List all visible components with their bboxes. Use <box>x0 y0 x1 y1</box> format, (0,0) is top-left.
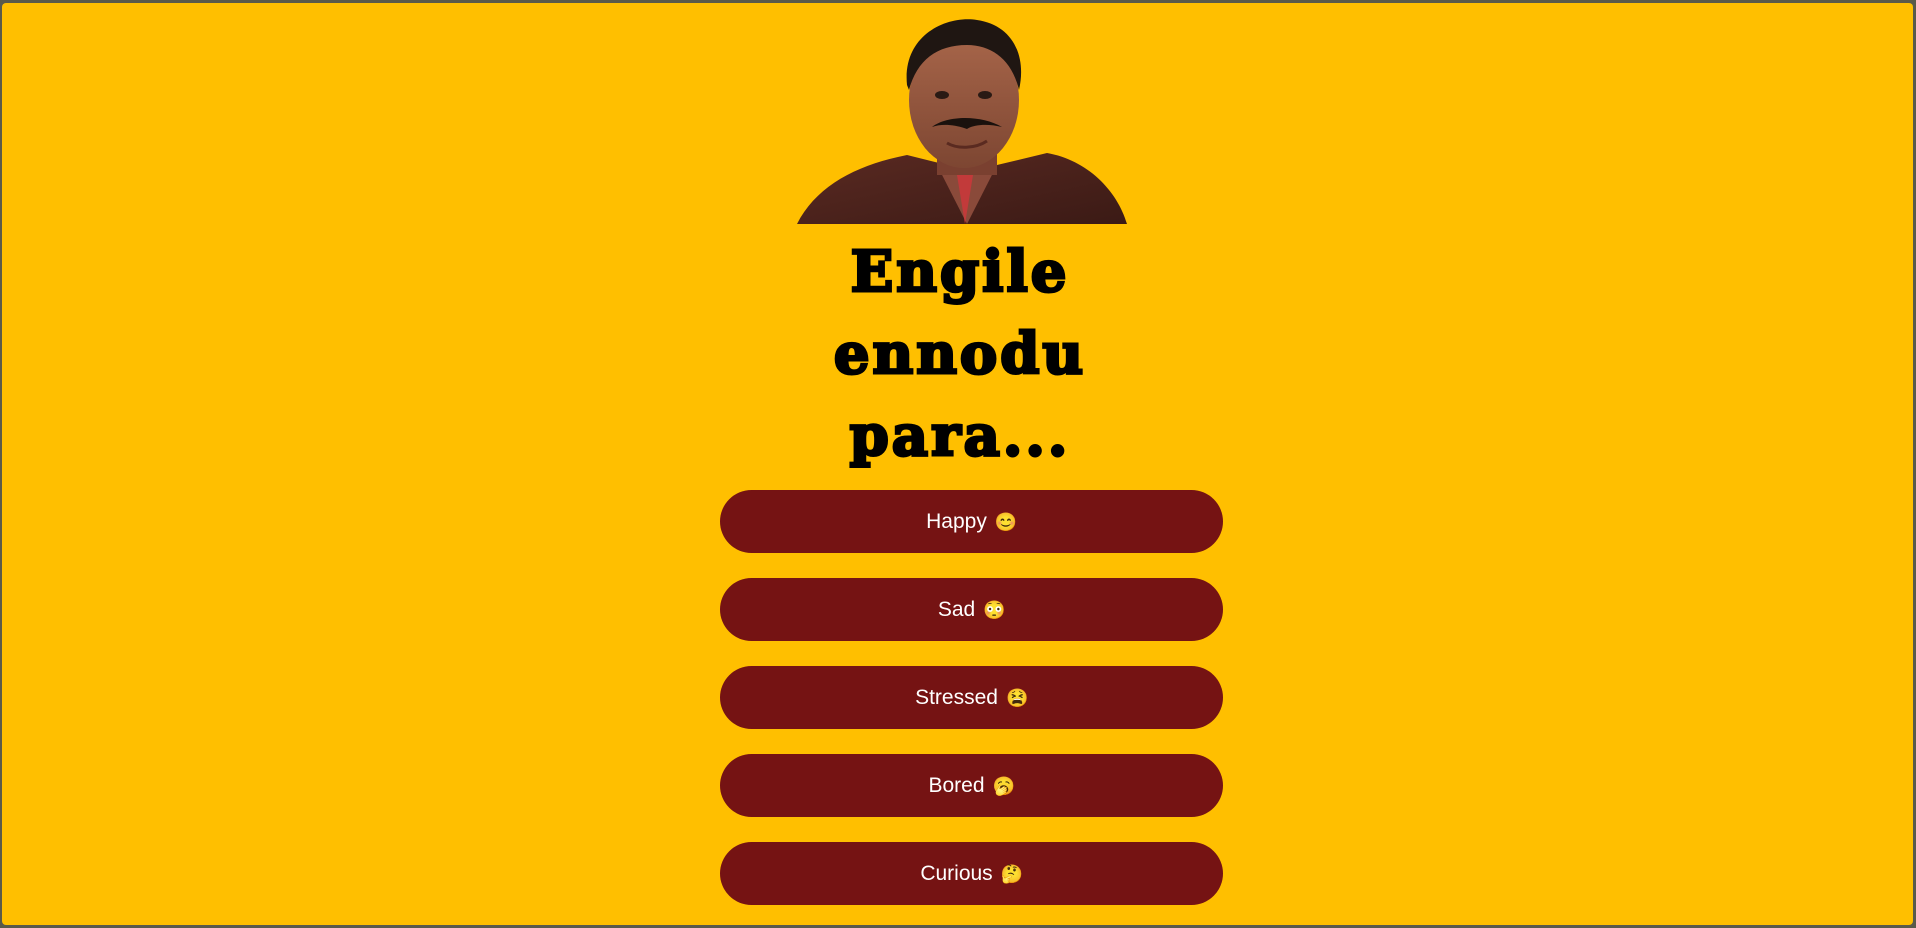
man-with-mustache-photo <box>797 19 1127 224</box>
bored-button[interactable]: Bored 🥱 <box>720 754 1223 817</box>
button-label: Happy <box>926 509 987 533</box>
smiling-face-icon: 😊 <box>994 511 1018 532</box>
button-label: Sad <box>937 597 976 621</box>
sad-button[interactable]: Sad 😳 <box>720 578 1223 641</box>
tired-face-icon: 😫 <box>1005 687 1029 708</box>
title-line: para... <box>848 402 1071 471</box>
page-title: Engile ennodu para... <box>742 231 1178 477</box>
mood-options: Happy 😊 Sad 😳 Stressed 😫 Bored 🥱 Curious… <box>720 490 1223 905</box>
app-window: Engile ennodu para... Happy 😊 Sad 😳 Stre… <box>2 3 1913 925</box>
title-line: Engile <box>849 238 1070 307</box>
thinking-face-icon: 🤔 <box>1000 863 1024 884</box>
button-label: Stressed <box>915 685 998 709</box>
happy-button[interactable]: Happy 😊 <box>720 490 1223 553</box>
flushed-face-icon: 😳 <box>983 599 1006 620</box>
button-label: Bored <box>928 773 985 797</box>
yawning-face-icon: 🥱 <box>992 775 1015 796</box>
stressed-button[interactable]: Stressed 😫 <box>720 666 1223 729</box>
title-line: ennodu <box>832 320 1087 389</box>
curious-button[interactable]: Curious 🤔 <box>720 842 1223 905</box>
button-label: Curious <box>920 861 993 885</box>
